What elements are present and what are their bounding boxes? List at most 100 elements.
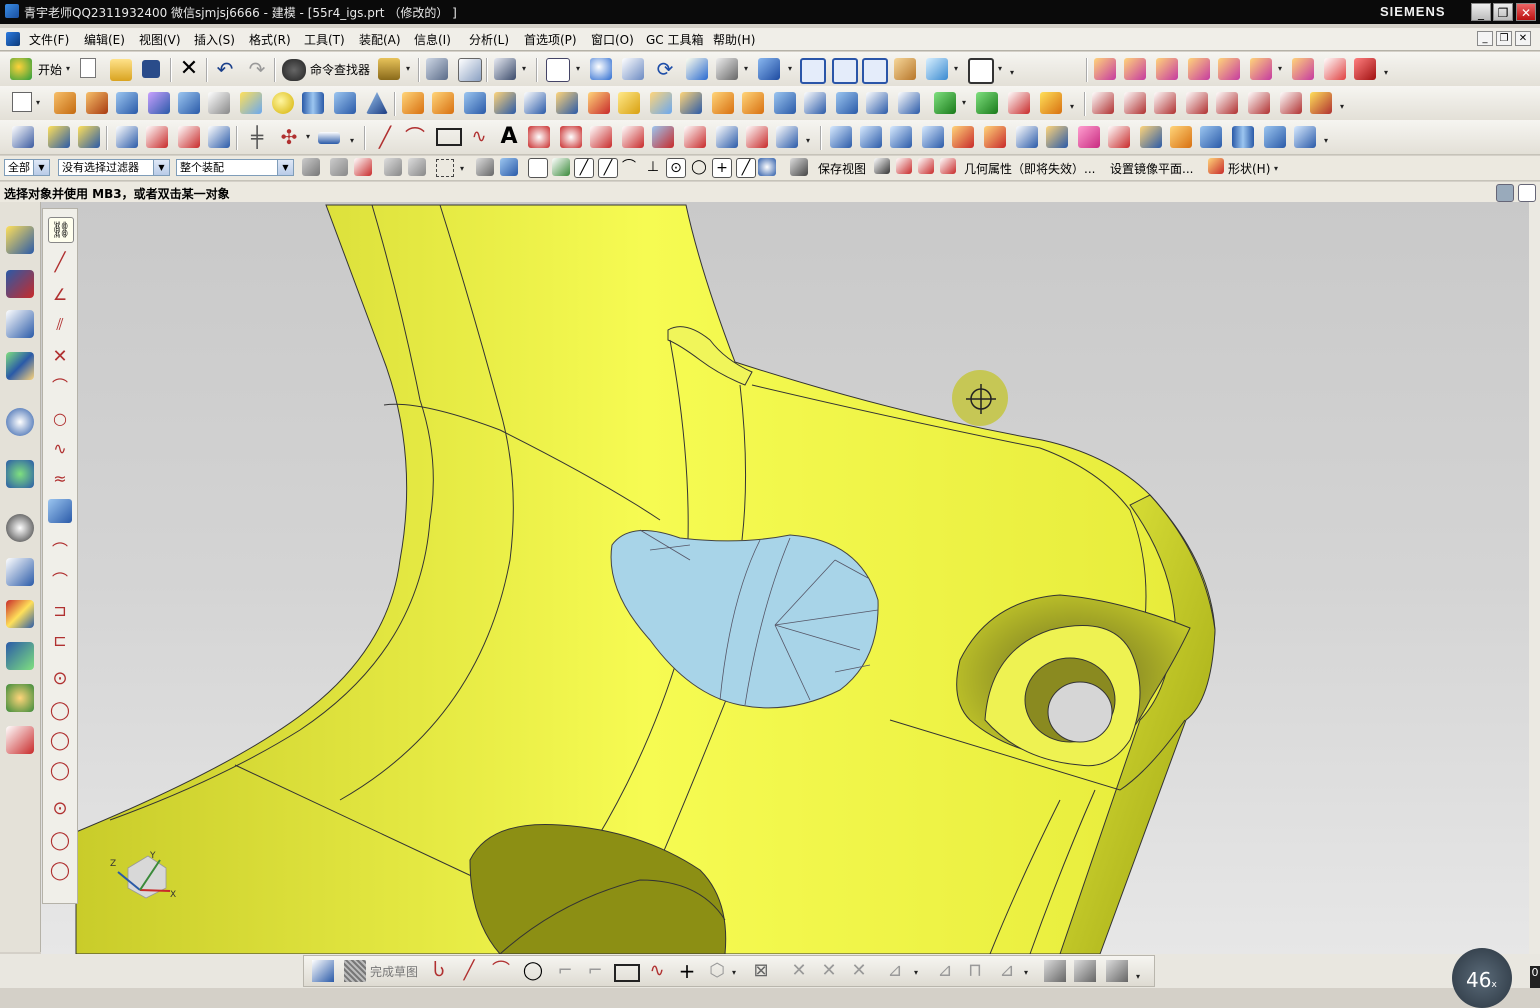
arc-icon[interactable]: ⌒ xyxy=(404,126,426,148)
selection-filter-dropdown[interactable]: 没有选择过滤器 ▼ xyxy=(58,159,170,176)
feature-24-icon[interactable] xyxy=(774,92,796,114)
feature-30-icon[interactable] xyxy=(976,92,998,114)
sketch-tool-b-icon[interactable] xyxy=(1074,960,1096,982)
curve-tool-5-icon[interactable] xyxy=(1216,92,1238,114)
cross-line-icon[interactable]: ✕ xyxy=(48,345,72,369)
spline-icon[interactable]: ∿ xyxy=(468,126,490,148)
shape-icon[interactable] xyxy=(1208,158,1224,174)
curve-tool-6-icon[interactable] xyxy=(1248,92,1270,114)
curve-14-icon[interactable] xyxy=(776,126,798,148)
part-navigator-side-icon[interactable] xyxy=(6,310,34,338)
filter-3-icon[interactable] xyxy=(354,158,372,176)
menu-edit[interactable]: 编辑(E) xyxy=(84,31,125,48)
feature-15-icon[interactable] xyxy=(494,92,516,114)
delete-icon[interactable]: ✕ xyxy=(178,58,200,80)
view-cube-2-icon[interactable] xyxy=(832,58,858,84)
circle-sketch-icon[interactable]: ◯ xyxy=(522,960,544,982)
surface-1-icon[interactable] xyxy=(830,126,852,148)
geometry-props-icon[interactable] xyxy=(940,158,956,174)
start-icon[interactable] xyxy=(10,58,32,80)
snap-endpoint-icon[interactable] xyxy=(528,158,548,178)
surface-2-icon[interactable] xyxy=(860,126,882,148)
dimension-icon[interactable]: ⊿ xyxy=(884,960,906,982)
shaded-cube-icon[interactable] xyxy=(758,58,780,80)
sketch-finish-icon[interactable] xyxy=(312,960,334,982)
section-view-icon[interactable] xyxy=(894,58,916,80)
chamfer-sketch-icon[interactable]: ⌐ xyxy=(584,960,606,982)
assembly-tool-6-icon[interactable] xyxy=(1250,58,1272,80)
measure-icon[interactable] xyxy=(318,132,340,144)
circle-diam-icon[interactable]: ◯ xyxy=(48,829,72,853)
menu-view[interactable]: 视图(V) xyxy=(139,31,181,48)
constraint-3-icon[interactable]: ⊿ xyxy=(996,960,1018,982)
feature-29-icon[interactable] xyxy=(934,92,956,114)
zoom-icon[interactable] xyxy=(590,58,612,80)
status-toggle-2-icon[interactable] xyxy=(1518,184,1536,202)
snap-2-sel-icon[interactable] xyxy=(552,158,570,176)
edit-icon[interactable] xyxy=(426,58,448,80)
corner-a-icon[interactable]: ⊐ xyxy=(48,599,72,623)
surface-15-icon[interactable] xyxy=(1264,126,1286,148)
grid-cube-icon[interactable] xyxy=(48,499,72,523)
surface-5-icon[interactable] xyxy=(952,126,974,148)
sketch-tool-c-icon[interactable] xyxy=(1106,960,1128,982)
menu-preferences[interactable]: 首选项(P) xyxy=(524,31,577,48)
view-4-icon[interactable] xyxy=(918,158,934,174)
curve-tool-7-icon[interactable] xyxy=(1280,92,1302,114)
surface-10-icon[interactable] xyxy=(1108,126,1130,148)
arc-b-icon[interactable]: ⌒ xyxy=(48,569,72,593)
curve-8-icon[interactable] xyxy=(590,126,612,148)
rect-sketch-icon[interactable] xyxy=(614,964,640,982)
save-icon[interactable] xyxy=(142,60,160,78)
snap-1-icon[interactable] xyxy=(48,126,70,148)
pan-icon[interactable] xyxy=(686,58,708,80)
extend-icon[interactable]: ✕ xyxy=(788,960,810,982)
line-angle-icon[interactable]: ∠ xyxy=(48,283,72,307)
feature-18-icon[interactable] xyxy=(588,92,610,114)
start-button[interactable]: 开始 xyxy=(38,61,62,78)
line-icon[interactable]: ╱ xyxy=(374,126,396,148)
feature-5-icon[interactable] xyxy=(178,92,200,114)
feature-17-icon[interactable] xyxy=(556,92,578,114)
menu-gc-toolbox[interactable]: GC 工具箱 xyxy=(646,31,704,48)
snap-face-icon[interactable] xyxy=(758,158,776,176)
doc-close-button[interactable]: ✕ xyxy=(1515,31,1531,46)
part-navigator-icon[interactable] xyxy=(12,126,34,148)
binoculars-icon[interactable] xyxy=(282,59,306,81)
filter-5-icon[interactable] xyxy=(408,158,426,176)
history-icon[interactable] xyxy=(6,514,34,542)
circle-tool-icon[interactable]: ○ xyxy=(48,407,72,431)
arc-a-icon[interactable]: ⌒ xyxy=(48,539,72,563)
filter-8-icon[interactable] xyxy=(500,158,518,176)
curve-6-icon[interactable] xyxy=(528,126,550,148)
surface-3-icon[interactable] xyxy=(890,126,912,148)
doc-minimize-button[interactable]: _ xyxy=(1477,31,1493,46)
feature-4-icon[interactable] xyxy=(148,92,170,114)
shape-menu-button[interactable]: 形状(H) xyxy=(1228,160,1270,177)
sketch-icon[interactable] xyxy=(12,92,32,112)
render-style-icon[interactable] xyxy=(716,58,738,80)
system-scenes-icon[interactable] xyxy=(6,726,34,754)
corner-icon[interactable]: ✕ xyxy=(818,960,840,982)
graphics-window[interactable]: Z X Y xyxy=(41,202,1529,954)
feature-27-icon[interactable] xyxy=(866,92,888,114)
menu-tools[interactable]: 工具(T) xyxy=(304,31,345,48)
feature-7-icon[interactable] xyxy=(240,92,262,114)
snap-line-icon[interactable]: ╱ xyxy=(574,158,594,178)
spline-tool-icon[interactable]: ∿ xyxy=(48,437,72,461)
point-sketch-icon[interactable]: + xyxy=(676,960,698,982)
cylinder-icon[interactable] xyxy=(302,92,324,114)
model-view[interactable]: Z X Y xyxy=(41,202,1529,954)
finish-sketch-button[interactable]: 完成草图 xyxy=(370,963,418,980)
circle-center-icon[interactable]: ⊙ xyxy=(48,667,72,691)
geometry-props-button[interactable]: 几何属性（即将失效）... xyxy=(964,160,1095,177)
block-icon[interactable] xyxy=(334,92,356,114)
roles-icon[interactable] xyxy=(6,684,34,712)
view-cube-1-icon[interactable] xyxy=(800,58,826,84)
surface-13-icon[interactable] xyxy=(1200,126,1222,148)
trim-icon[interactable]: ⊠ xyxy=(750,960,772,982)
feature-31-icon[interactable] xyxy=(1008,92,1030,114)
view-2-icon[interactable] xyxy=(874,158,890,174)
snap-quadrant-icon[interactable]: ◯ xyxy=(690,158,708,176)
curve-11-icon[interactable] xyxy=(684,126,706,148)
